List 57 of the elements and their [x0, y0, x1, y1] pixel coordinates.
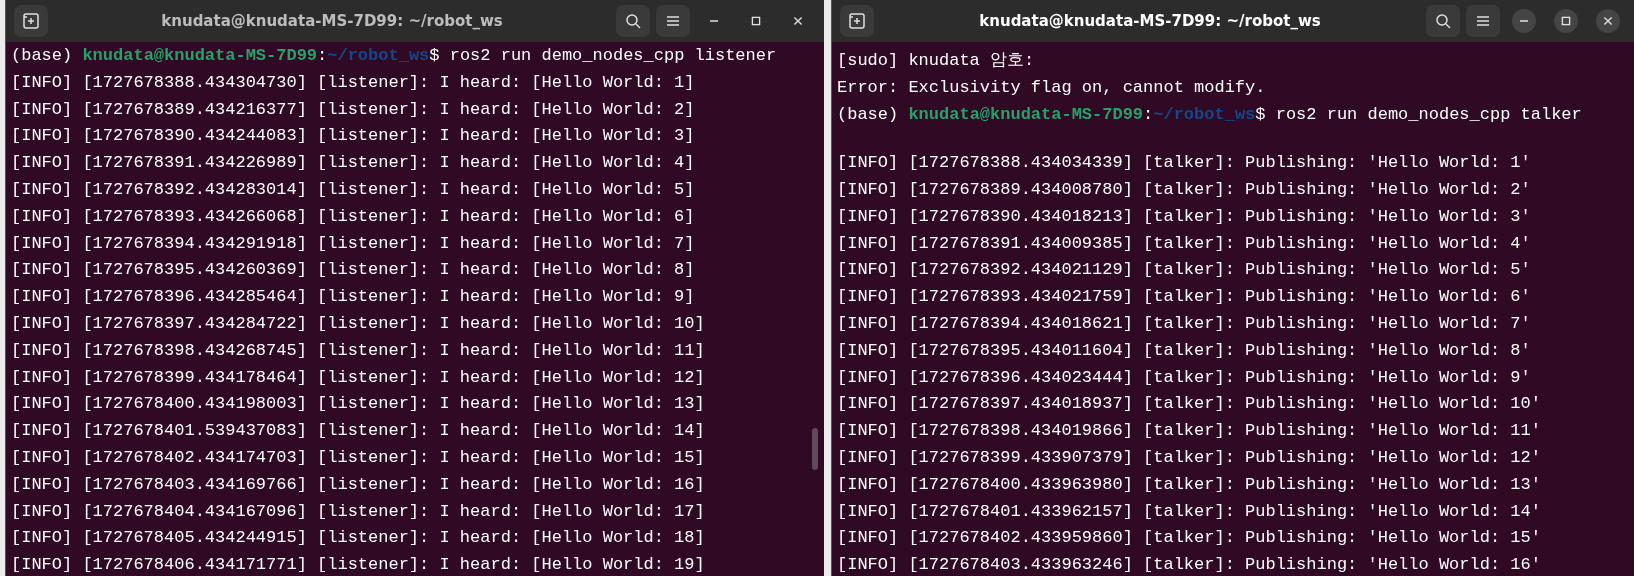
- output-line: [INFO] [1727678397.434284722] [listener]: I heard: [Hello World: 10]: [11, 313, 705, 334]
- output-line: [INFO] [1727678401.539437083] [listener]: I heard: [Hello World: 14]: [11, 421, 705, 442]
- output-line: [INFO] [1727678399.434178464] [listener]: I heard: [Hello World: 12]: [11, 367, 705, 388]
- output-line: [INFO] [1727678406.434171771] [listener]: I heard: [Hello World: 19]: [11, 555, 705, 576]
- output-line: [INFO] [1727678392.434283014] [listener]: I heard: [Hello World: 5]: [11, 180, 695, 200]
- output-line: [INFO] [1727678394.434018621] [talker]: Publishing: 'Hello World: 7': [837, 313, 1531, 334]
- output-line: [INFO] [1727678389.434216377] [listener]: I heard: [Hello World: 2]: [11, 99, 695, 120]
- minimize-button[interactable]: [1512, 9, 1536, 33]
- search-icon: [623, 11, 643, 31]
- new-tab-button[interactable]: [14, 5, 48, 37]
- output-line: [INFO] [1727678395.434260369] [listener]: I heard: [Hello World: 8]: [11, 260, 695, 281]
- output-line: [INFO] [1727678403.433963246] [talker]: Publishing: 'Hello World: 16': [837, 555, 1541, 576]
- output-line: [INFO] [1727678394.434291918] [listener]: I heard: [Hello World: 7]: [11, 233, 695, 254]
- output-line: [INFO] [1727678398.434019866] [talker]: Publishing: 'Hello World: 11': [837, 421, 1541, 442]
- output-line: [INFO] [1727678399.433907379] [talker]: Publishing: 'Hello World: 12': [837, 447, 1541, 468]
- output-line: [INFO] [1727678390.434244083] [listener]: I heard: [Hello World: 3]: [11, 126, 695, 147]
- search-button[interactable]: [1426, 5, 1460, 37]
- output-line: [INFO] [1727678401.433962157] [talker]: Publishing: 'Hello World: 14': [837, 501, 1541, 522]
- output-line: [INFO] [1727678397.434018937] [talker]: Publishing: 'Hello World: 10': [837, 394, 1541, 415]
- output-line: [INFO] [1727678388.434304730] [listener]: I heard: [Hello World: 1]: [11, 72, 695, 93]
- output-line: [INFO] [1727678395.434011604] [talker]: Publishing: 'Hello World: 8': [837, 340, 1531, 361]
- output-line: [INFO] [1727678393.434021759] [talker]: Publishing: 'Hello World: 6': [837, 287, 1531, 308]
- search-button[interactable]: [616, 5, 650, 37]
- minimize-icon: [1519, 20, 1529, 22]
- output-line: [INFO] [1727678402.434174703] [listener]: I heard: [Hello World: 15]: [11, 447, 705, 468]
- output-line: [INFO] [1727678404.434167096] [listener]: I heard: [Hello World: 17]: [11, 501, 705, 522]
- window-title: knudata@knudata-MS-7D99: ~/robot_ws: [160, 12, 504, 30]
- new-tab-button[interactable]: [840, 5, 874, 37]
- prompt-line: (base) knudata@knudata-MS-7D99:~/robot_ws$ ros2 run demo_nodes_cpp talker: [837, 104, 1582, 125]
- output-line: [sudo] knudata 암호:: [837, 51, 1035, 71]
- output-line: [INFO] [1727678402.433959860] [talker]: Publishing: 'Hello World: 15': [837, 528, 1541, 549]
- output-line: [INFO] [1727678400.434198003] [listener]: I heard: [Hello World: 13]: [11, 394, 705, 415]
- menu-button[interactable]: [1466, 5, 1500, 37]
- menu-button[interactable]: [656, 5, 690, 37]
- prompt-line: (base) knudata@knudata-MS-7D99:~/robot_ws$ ros2 run demo_nodes_cpp listener: [11, 46, 777, 66]
- output-line: [INFO] [1727678389.434008780] [talker]: Publishing: 'Hello World: 2': [837, 180, 1531, 200]
- search-icon: [1433, 11, 1453, 31]
- output-line: [INFO] [1727678392.434021129] [talker]: Publishing: 'Hello World: 5': [837, 260, 1531, 281]
- output-line: Error: Exclusivity flag on, cannot modify.: [837, 77, 1266, 98]
- close-button[interactable]: [1596, 9, 1620, 33]
- output-line: [INFO] [1727678390.434018213] [talker]: Publishing: 'Hello World: 3': [837, 206, 1531, 227]
- new-tab-icon: [847, 11, 867, 31]
- output-line: [INFO] [1727678388.434034339] [talker]: Publishing: 'Hello World: 1': [837, 153, 1531, 174]
- output-line: [INFO] [1727678396.434285464] [listener]: I heard: [Hello World: 9]: [11, 287, 695, 308]
- output-line: [INFO] [1727678398.434268745] [listener]: I heard: [Hello World: 11]: [11, 340, 705, 361]
- output-line: [INFO] [1727678405.434244915] [listener]: I heard: [Hello World: 18]: [11, 528, 705, 549]
- maximize-button[interactable]: [1554, 9, 1578, 33]
- minimize-icon: [709, 20, 719, 22]
- new-tab-icon: [21, 11, 41, 31]
- output-line: [INFO] [1727678403.434169766] [listener]: I heard: [Hello World: 16]: [11, 474, 705, 495]
- output-line: [INFO] [1727678393.434266068] [listener]: I heard: [Hello World: 6]: [11, 206, 695, 227]
- window-title: knudata@knudata-MS-7D99: ~/robot_ws: [978, 12, 1322, 30]
- output-line: [INFO] [1727678396.434023444] [talker]: Publishing: 'Hello World: 9': [837, 367, 1531, 388]
- output-line: [INFO] [1727678400.433963980] [talker]: Publishing: 'Hello World: 13': [837, 474, 1541, 495]
- output-line: [INFO] [1727678391.434009385] [talker]: Publishing: 'Hello World: 4': [837, 233, 1531, 254]
- scrollbar[interactable]: [812, 428, 818, 470]
- output-line: [INFO] [1727678391.434226989] [listener]: I heard: [Hello World: 4]: [11, 153, 695, 174]
